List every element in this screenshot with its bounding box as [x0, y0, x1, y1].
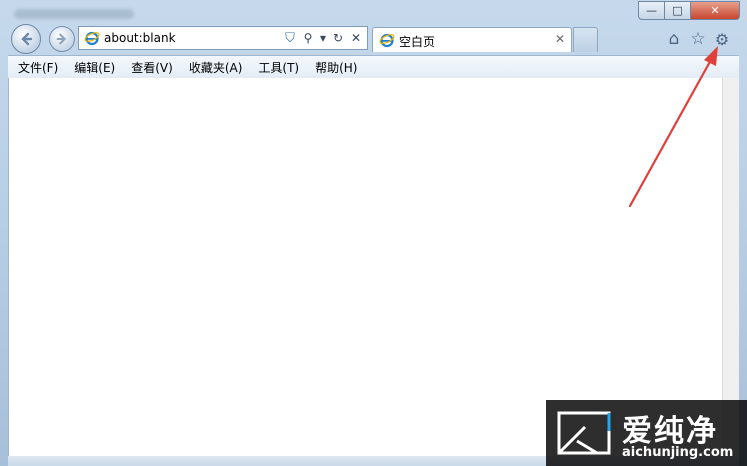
new-tab-button[interactable] [573, 27, 598, 52]
refresh-icon[interactable]: ↻ [331, 30, 345, 46]
caption-buttons: — □ ✕ [638, 1, 740, 20]
back-button[interactable] [11, 24, 41, 54]
watermark-brand: 爱纯净 [622, 414, 718, 449]
menu-bar: 文件(F) 编辑(E) 查看(V) 收藏夹(A) 工具(T) 帮助(H) [8, 55, 739, 79]
tab-close-icon[interactable]: ✕ [555, 32, 565, 46]
maximize-button[interactable]: □ [665, 1, 691, 20]
forward-button[interactable] [49, 26, 75, 52]
menu-edit[interactable]: 编辑(E) [69, 59, 120, 76]
menu-favorites[interactable]: 收藏夹(A) [184, 59, 248, 76]
menu-help[interactable]: 帮助(H) [310, 59, 362, 76]
menu-view[interactable]: 查看(V) [126, 59, 178, 76]
watermark-logo-icon [557, 411, 611, 455]
home-icon[interactable]: ⌂ [664, 29, 684, 49]
menu-file[interactable]: 文件(F) [13, 59, 63, 76]
gear-icon[interactable]: ⚙ [712, 30, 732, 49]
watermark: 爱纯净 aichunjing.com [546, 400, 747, 466]
chevron-down-icon[interactable]: ▾ [319, 30, 327, 46]
back-arrow-icon [21, 32, 33, 46]
tab-blank-page[interactable]: 空白页 ✕ [372, 27, 572, 52]
address-input[interactable]: about:blank [104, 31, 176, 45]
ie-icon [379, 33, 395, 48]
address-bar[interactable]: about:blank ⛉ ⚲ ▾ ↻ ✕ [78, 26, 368, 50]
search-icon[interactable]: ⚲ [301, 30, 315, 46]
compatibility-view-icon[interactable]: ⛉ [283, 30, 297, 46]
minimize-button[interactable]: — [638, 1, 665, 20]
ie-icon [84, 31, 100, 46]
window-title-blurred [14, 9, 134, 19]
tab-label: 空白页 [399, 35, 436, 49]
stop-icon[interactable]: ✕ [349, 30, 363, 46]
menu-tools[interactable]: 工具(T) [253, 59, 304, 76]
watermark-url: aichunjing.com [622, 445, 734, 460]
favorites-star-icon[interactable]: ☆ [688, 29, 708, 49]
close-button[interactable]: ✕ [691, 1, 740, 20]
forward-arrow-icon [56, 33, 67, 45]
command-icons: ⌂ ☆ ⚙ [664, 29, 732, 49]
address-tools: ⛉ ⚲ ▾ ↻ ✕ [283, 30, 363, 46]
